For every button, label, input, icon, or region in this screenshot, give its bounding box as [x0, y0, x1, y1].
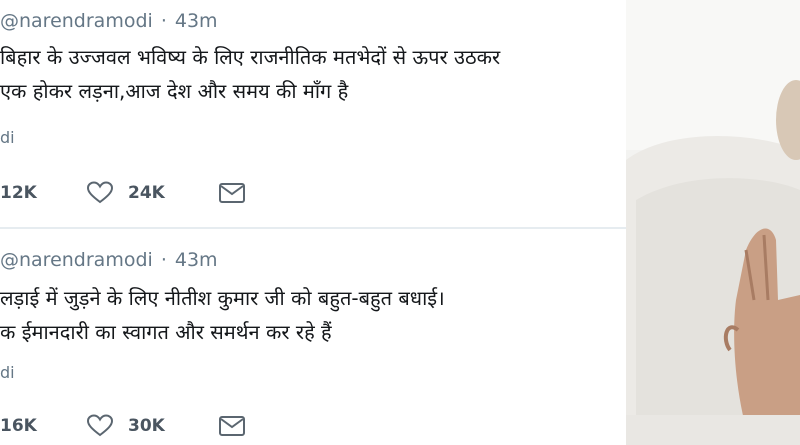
separator-dot: ·	[160, 10, 167, 32]
tweet[interactable]: @narendramodi · 43m बिहार के उज्जवल भविष्य…	[0, 0, 626, 228]
tweet-timestamp[interactable]: 43m	[175, 10, 218, 32]
tweet-handle[interactable]: @narendramodi	[0, 249, 153, 271]
heart-icon[interactable]	[86, 414, 114, 438]
tweet-feed: @narendramodi · 43m बिहार के उज्जवल भविष्य…	[0, 0, 626, 445]
tweet-actions: 16K 30K	[0, 411, 246, 441]
mail-icon[interactable]	[218, 415, 246, 437]
tweet-text-line: बिहार के उज्जवल भविष्य के लिए राजनीतिक म…	[0, 45, 501, 69]
tweet[interactable]: @narendramodi · 43m लड़ाई में जुड़ने के लि…	[0, 229, 626, 445]
tweet-text-line: क ईमानदारी का स्वागत और समर्थन कर रहे है…	[0, 320, 332, 344]
tweet-handle[interactable]: @narendramodi	[0, 10, 153, 32]
tweet-header: @narendramodi · 43m	[0, 10, 218, 34]
tweet-text-line: एक होकर लड़ना,आज देश और समय की माँग है	[0, 79, 349, 103]
translate-label[interactable]: di	[0, 363, 15, 382]
retweet-count[interactable]: 12K	[0, 183, 50, 203]
tweet-text: बिहार के उज्जवल भविष्य के लिए राजनीतिक म…	[0, 40, 626, 108]
like-count[interactable]: 24K	[128, 183, 178, 203]
retweet-count[interactable]: 16K	[0, 416, 50, 436]
separator-dot: ·	[160, 249, 167, 271]
tweet-header: @narendramodi · 43m	[0, 249, 218, 273]
tweet-timestamp[interactable]: 43m	[175, 249, 218, 271]
tweet-text-line: लड़ाई में जुड़ने के लिए नीतीश कुमार जी क…	[0, 286, 445, 310]
tweet-actions: 12K 24K	[0, 178, 246, 208]
like-count[interactable]: 30K	[128, 416, 178, 436]
mail-icon[interactable]	[218, 182, 246, 204]
heart-icon[interactable]	[86, 181, 114, 205]
person-photo	[626, 0, 800, 445]
translate-label[interactable]: di	[0, 128, 15, 147]
tweet-text: लड़ाई में जुड़ने के लिए नीतीश कुमार जी क…	[0, 281, 626, 349]
